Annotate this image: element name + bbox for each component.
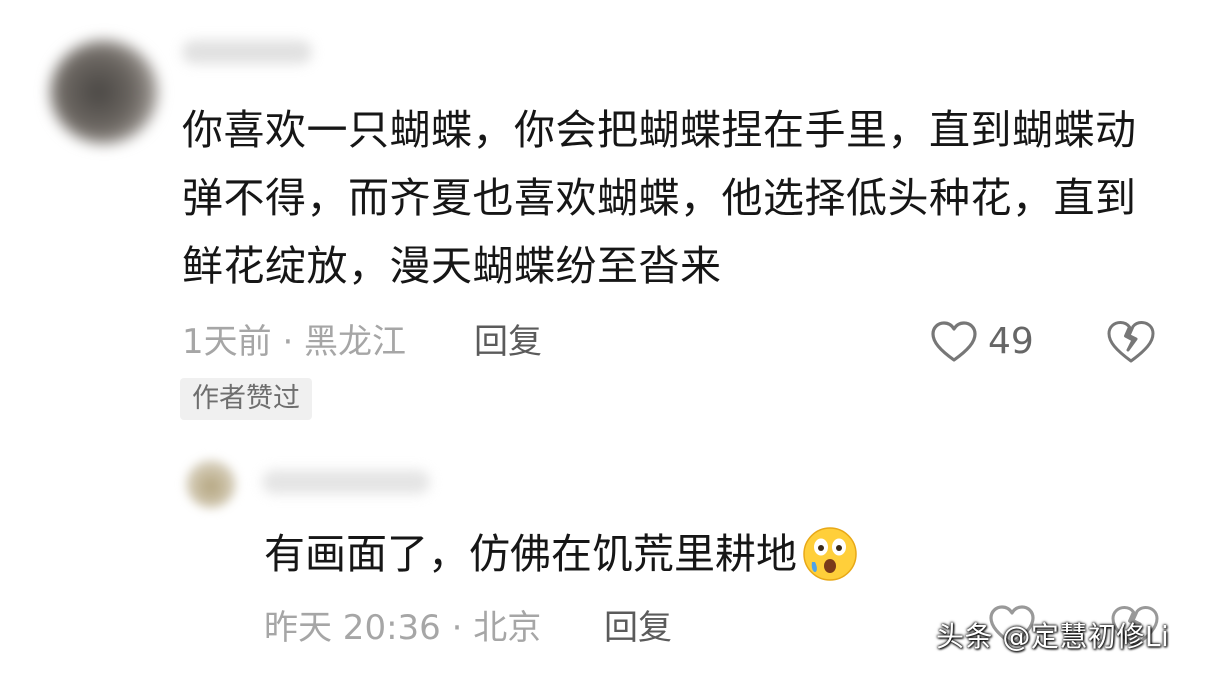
reply-comment-text: 有画面了，仿佛在饥荒里耕地 [264,525,859,583]
like-count: 49 [988,321,1034,362]
reply-comment-body: 有画面了，仿佛在饥荒里耕地 [264,530,797,578]
watermark-text: 头条 @定慧初修Li [936,620,1170,653]
author-liked-badge: 作者赞过 [180,378,312,420]
comment-meta: 1天前 · 黑龙江 [182,322,407,362]
commenter-username-blurred[interactable] [182,40,312,64]
reply-avatar[interactable] [186,460,236,508]
astonished-face-emoji [801,525,859,583]
reply-button[interactable]: 回复 [474,318,542,366]
reply-to-reply-button[interactable]: 回复 [604,604,672,652]
comment-text: 你喜欢一只蝴蝶，你会把蝴蝶捏在手里，直到蝴蝶动弹不得，而齐夏也喜欢蝴蝶，他选择低… [182,106,1137,290]
heart-outline-icon [930,320,978,364]
commenter-avatar[interactable] [50,40,158,144]
like-button[interactable]: 49 [930,318,1034,366]
broken-heart-icon [1106,321,1156,369]
dislike-button[interactable] [1106,319,1156,369]
reply-username-blurred[interactable] [262,470,430,494]
reply-meta: 昨天 20:36 · 北京 [264,608,542,648]
